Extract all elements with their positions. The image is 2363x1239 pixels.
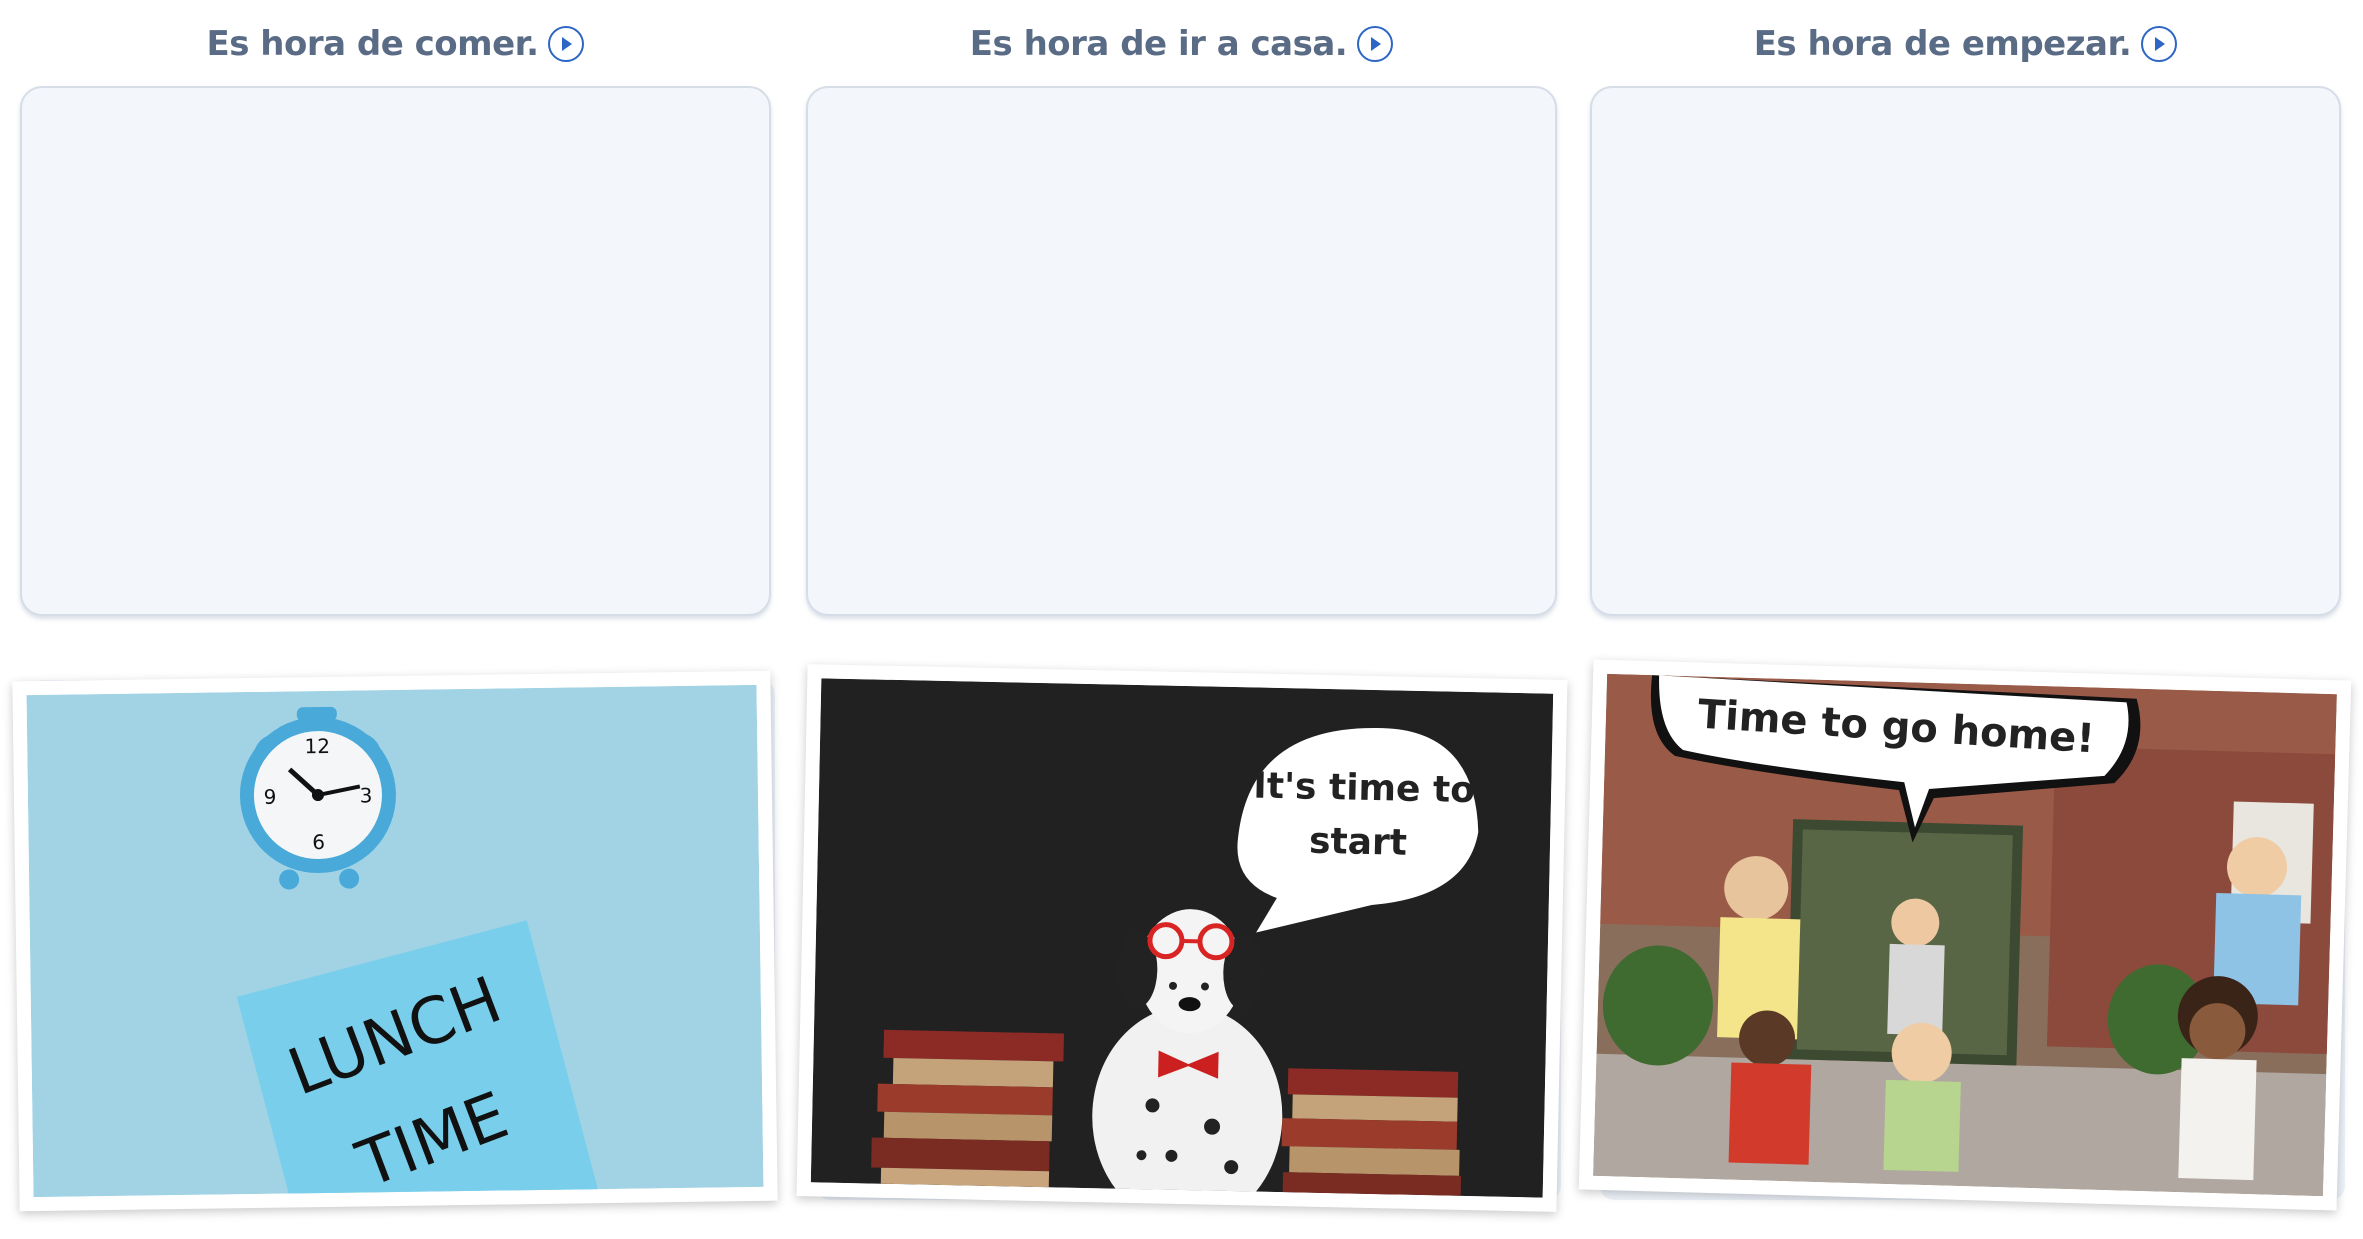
drop-zone-1[interactable] <box>20 86 771 616</box>
column-heading-2-label: Es hora de ir a casa. <box>969 24 1348 64</box>
drop-zone-3[interactable] <box>1590 86 2341 616</box>
play-audio-button-3[interactable] <box>2141 26 2178 62</box>
draggable-card-time-to-start[interactable]: It's time to start <box>796 664 1568 1212</box>
books-right <box>1281 1068 1462 1196</box>
bubble-line-2: start <box>1309 821 1408 864</box>
lunch-time-photo: 12 3 6 9 LUNCH TIME <box>26 684 764 1198</box>
play-audio-button-2[interactable] <box>1357 26 1394 62</box>
drop-zone-2[interactable] <box>806 86 1557 616</box>
bubble-line-1: It's time to <box>1253 765 1475 811</box>
play-icon <box>562 37 573 51</box>
column-heading-1-label: Es hora de comer. <box>206 24 539 64</box>
clock-number-9: 9 <box>263 785 276 809</box>
draggable-card-lunch-time[interactable]: 12 3 6 9 LUNCH TIME <box>12 670 778 1212</box>
time-to-go-home-photo: Time to go home! <box>1593 673 2337 1197</box>
clock-number-3: 3 <box>359 783 372 807</box>
books-left <box>871 1029 1064 1188</box>
play-icon <box>1371 37 1382 51</box>
column-heading-3: Es hora de empezar. <box>1590 18 2341 70</box>
play-icon <box>2155 37 2166 51</box>
draggable-card-time-to-go-home[interactable]: Time to go home! <box>1578 659 2352 1211</box>
column-heading-3-label: Es hora de empezar. <box>1753 24 2132 64</box>
clock-number-12: 12 <box>304 734 330 758</box>
play-audio-button-1[interactable] <box>548 26 585 62</box>
column-heading-2: Es hora de ir a casa. <box>806 18 1557 70</box>
time-to-start-photo: It's time to start <box>810 678 1554 1198</box>
clock-number-6: 6 <box>312 830 325 854</box>
column-heading-1: Es hora de comer. <box>20 18 771 70</box>
